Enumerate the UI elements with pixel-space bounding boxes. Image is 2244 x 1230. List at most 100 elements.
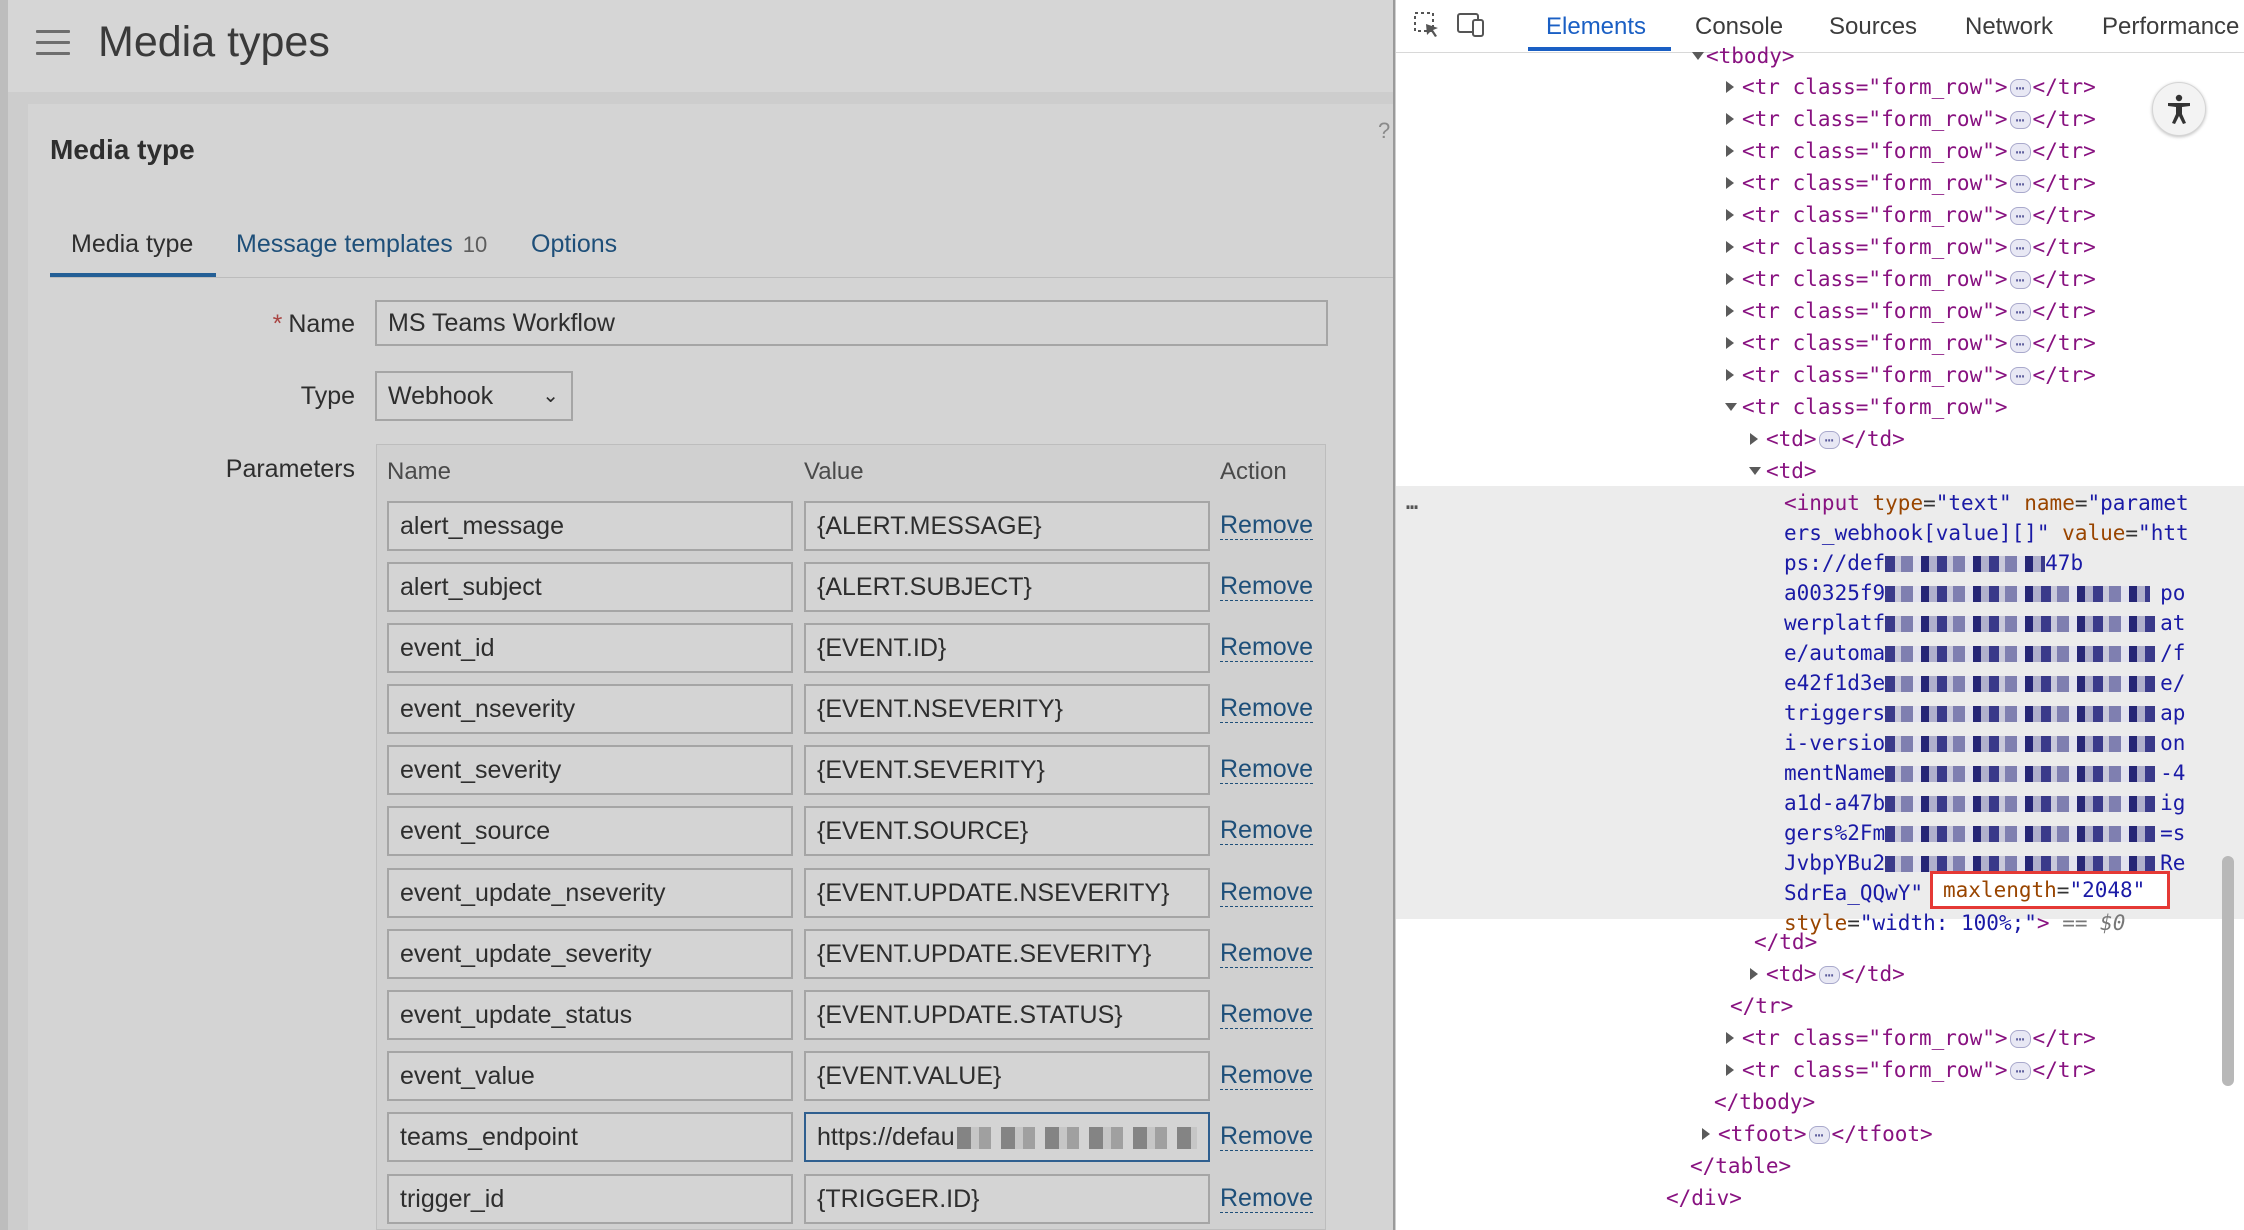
chevron-down-icon: ⌄ [542,385,559,407]
remove-button[interactable]: Remove [1220,816,1314,845]
dom-node[interactable]: <tr class="form_row"> ⋯ </tr> [1726,327,2096,359]
dom-node-expanded[interactable]: <tr class="form_row"> [1725,391,2008,423]
devtools-tab-elements[interactable]: Elements [1546,13,1646,41]
dom-node[interactable]: <tr class="form_row"> ⋯ </tr> [1726,1054,2096,1086]
remove-button[interactable]: Remove [1220,1122,1314,1151]
param-value-input[interactable]: {EVENT.SEVERITY} [804,745,1210,795]
remove-button[interactable]: Remove [1220,633,1314,662]
input-node-line[interactable]: <input type="text" name="paramet [1784,488,2189,518]
dom-node[interactable]: <td> ⋯ </td> [1750,423,1905,455]
node-actions-icon[interactable]: … [1406,490,1418,514]
param-name-input[interactable]: alert_message [387,501,793,551]
input-node-line: werplatf at [1784,611,2186,635]
remove-button[interactable]: Remove [1220,1061,1314,1090]
menu-icon[interactable] [36,30,70,56]
param-name-input[interactable]: teams_endpoint [387,1112,793,1162]
param-value-text: https://defau [817,1123,955,1151]
remove-button[interactable]: Remove [1220,878,1314,907]
param-value-input[interactable]: {EVENT.UPDATE.SEVERITY} [804,929,1210,979]
dom-node-close[interactable]: </tr> [1730,990,1793,1022]
parameters-label: Parameters [225,455,355,483]
dom-node-close[interactable]: </td> [1754,926,1817,958]
dom-node-close[interactable]: </div> [1666,1182,1742,1214]
devtools-tab-performance[interactable]: Performance [2102,13,2239,41]
dom-node-expanded[interactable]: <td> [1749,455,1817,487]
param-value-input[interactable]: {EVENT.ID} [804,623,1210,673]
param-name-input[interactable]: alert_subject [387,562,793,612]
tab-options[interactable]: Options [531,230,617,259]
maxlength-attribute-highlight[interactable]: maxlength="2048" [1930,871,2170,909]
help-icon[interactable]: ? [1378,118,1390,144]
type-label: Type [300,382,355,410]
remove-button[interactable]: Remove [1220,511,1314,540]
param-value-input[interactable]: {EVENT.NSEVERITY} [804,684,1210,734]
dom-node[interactable]: <tr class="form_row"> ⋯ </tr> [1726,263,2096,295]
input-node-line: mentName -4 [1784,761,2186,785]
param-name-input[interactable]: event_severity [387,745,793,795]
devtools-active-tab-indicator [1528,47,1671,51]
input-node-line: ers_webhook[value][]" value="htt [1784,521,2189,545]
dom-node[interactable]: <tr class="form_row"> ⋯ </tr> [1726,199,2096,231]
dom-node[interactable]: <tfoot> ⋯ </tfoot> [1702,1118,1933,1150]
devtools-tab-network[interactable]: Network [1965,13,2053,41]
dom-node[interactable]: <tbody> [1692,40,1795,72]
tab-media-type[interactable]: Media type [71,230,193,259]
template-count-badge: 10 [462,232,488,257]
tab-message-templates[interactable]: Message templates 10 [236,230,487,259]
dom-node[interactable]: <tr class="form_row"> ⋯ </tr> [1726,103,2096,135]
type-select[interactable]: Webhook ⌄ [375,371,573,421]
dom-node[interactable]: <tr class="form_row"> ⋯ </tr> [1726,71,2096,103]
param-name-input[interactable]: trigger_id [387,1174,793,1224]
param-value-input[interactable]: {EVENT.UPDATE.STATUS} [804,990,1210,1040]
devtools-panel: Elements Console Sources Network Perform… [1395,0,2244,1230]
remove-button[interactable]: Remove [1220,755,1314,784]
dom-node[interactable]: <tr class="form_row"> ⋯ </tr> [1726,295,2096,327]
input-node-line: gers%2Fm =s [1784,821,2186,845]
teams-endpoint-value-input[interactable]: https://defau [804,1112,1210,1162]
param-name-input[interactable]: event_nseverity [387,684,793,734]
dom-node[interactable]: <tr class="form_row"> ⋯ </tr> [1726,135,2096,167]
redacted-url [956,1127,1197,1150]
param-value-input[interactable]: {ALERT.MESSAGE} [804,501,1210,551]
param-value-input[interactable]: {EVENT.UPDATE.NSEVERITY} [804,868,1210,918]
dom-node-close[interactable]: </table> [1690,1150,1791,1182]
param-name-input[interactable]: event_id [387,623,793,673]
accessibility-icon[interactable] [2152,82,2206,136]
card-title: Media type [50,134,195,165]
param-name-input[interactable]: event_value [387,1051,793,1101]
param-name-input[interactable]: event_update_nseverity [387,868,793,918]
devtools-tab-sources[interactable]: Sources [1829,13,1917,41]
dom-tree: … <tbody> <tr class="form_row"> ⋯ </tr> <t… [1396,44,2244,1230]
param-value-input[interactable]: {TRIGGER.ID} [804,1174,1210,1224]
dom-node-close[interactable]: </tbody> [1714,1086,1815,1118]
column-header-value: Value [804,458,864,485]
input-node-line: a00325f9 po [1784,581,2186,605]
remove-button[interactable]: Remove [1220,694,1314,723]
input-node-line: i-versio on [1784,731,2186,755]
dom-node[interactable]: <tr class="form_row"> ⋯ </tr> [1726,359,2096,391]
devtools-scrollbar[interactable] [2222,856,2234,1086]
remove-button[interactable]: Remove [1220,1184,1314,1213]
remove-button[interactable]: Remove [1220,1000,1314,1029]
param-value-input[interactable]: {EVENT.VALUE} [804,1051,1210,1101]
tabs-divider [50,277,1395,278]
dom-node[interactable]: <tr class="form_row"> ⋯ </tr> [1726,231,2096,263]
param-value-input[interactable]: {ALERT.SUBJECT} [804,562,1210,612]
param-name-input[interactable]: event_source [387,806,793,856]
dom-node[interactable]: <td> ⋯ </td> [1750,958,1905,990]
input-node-line: SdrEa_QQwY" [1784,881,1924,905]
name-input[interactable]: MS Teams Workflow [375,300,1328,346]
param-name-input[interactable]: event_update_severity [387,929,793,979]
input-node-line: triggers ap [1784,701,2186,725]
remove-button[interactable]: Remove [1220,572,1314,601]
devtools-tab-console[interactable]: Console [1695,13,1783,41]
param-name-input[interactable]: event_update_status [387,990,793,1040]
type-select-value: Webhook [388,382,494,410]
dom-node[interactable]: <tr class="form_row"> ⋯ </tr> [1726,1022,2096,1054]
dom-node[interactable]: <tr class="form_row"> ⋯ </tr> [1726,167,2096,199]
remove-button[interactable]: Remove [1220,939,1314,968]
zabbix-app: Media types ? Media type Media type Mess… [0,0,1395,1230]
device-toolbar-icon[interactable] [1454,8,1488,42]
inspect-element-icon[interactable] [1410,8,1444,42]
param-value-input[interactable]: {EVENT.SOURCE} [804,806,1210,856]
